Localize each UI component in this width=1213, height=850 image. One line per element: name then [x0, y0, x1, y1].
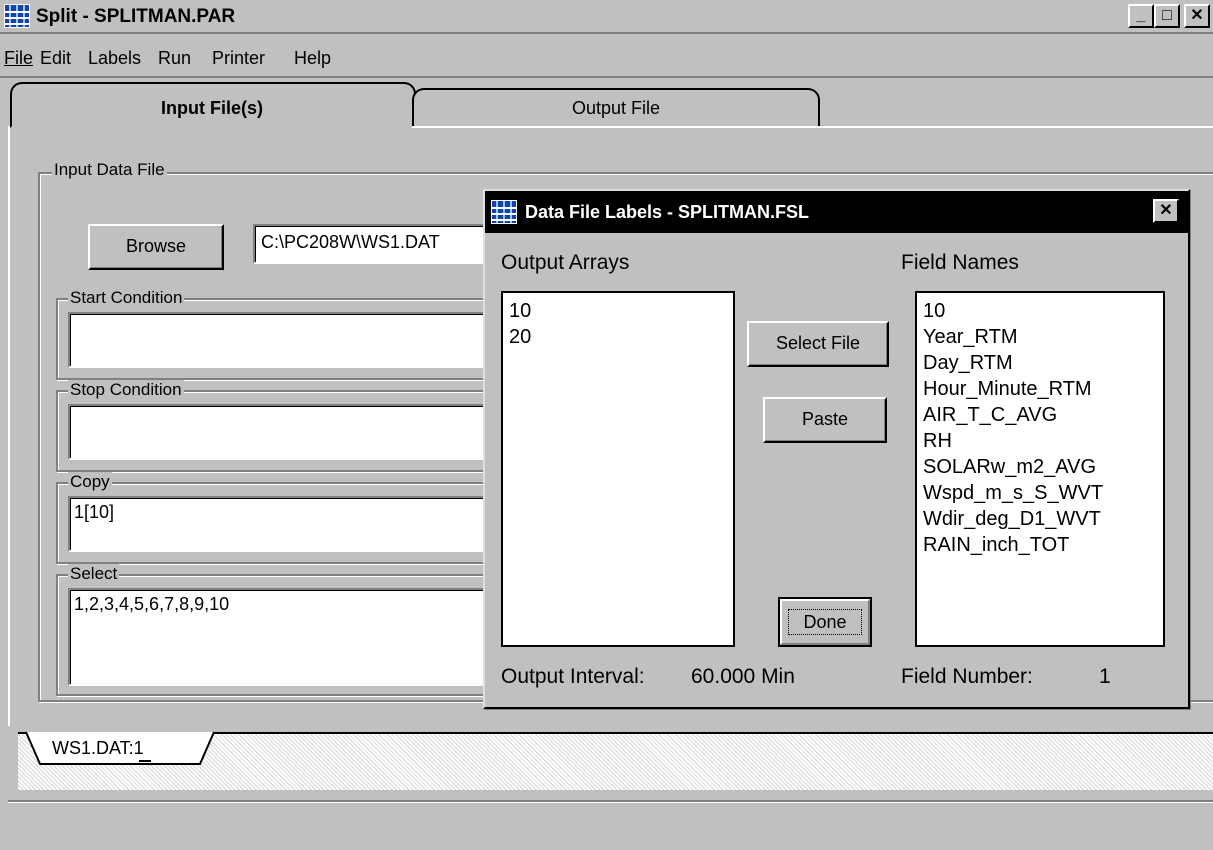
menu-help-label: Help [294, 48, 332, 68]
app-icon[interactable] [4, 4, 30, 28]
menu-bar: File Edit Labels Run Printer Help [0, 44, 1213, 74]
file-tab-underline [139, 760, 151, 762]
field-name-item[interactable]: SOLARw_m2_AVG [923, 455, 1096, 479]
field-name-item[interactable]: Year_RTM [923, 325, 1018, 349]
dialog-title: Data File Labels - SPLITMAN.FSL [525, 202, 810, 222]
menu-labels-label: Labels [88, 48, 142, 68]
dialog-title-bar[interactable]: Data File Labels - SPLITMAN.FSL ✕ [485, 191, 1188, 233]
file-tab-ws1[interactable]: WS1.DAT:1 [52, 738, 144, 759]
close-button[interactable]: ✕ [1184, 4, 1210, 28]
menu-labels[interactable]: Labels [88, 48, 141, 69]
input-data-file-label: Input Data File [52, 160, 167, 180]
menu-help[interactable]: Help [294, 48, 331, 69]
input-file-path-field[interactable]: C:\PC208W\WS1.DAT [253, 224, 493, 264]
select-field[interactable]: 1,2,3,4,5,6,7,8,9,10 [68, 588, 496, 686]
status-bar [8, 800, 1213, 850]
select-file-button[interactable]: Select File [747, 321, 889, 367]
start-condition-label: Start Condition [68, 288, 185, 308]
select-label: Select [68, 564, 120, 584]
output-arrays-list[interactable]: 10 20 [501, 291, 735, 647]
tab-output-file[interactable]: Output File [412, 88, 820, 126]
copy-field[interactable]: 1[10] [68, 496, 496, 552]
menu-file-label: File [4, 48, 34, 68]
stop-condition-label: Stop Condition [68, 380, 184, 400]
output-interval-label: Output Interval: [501, 665, 645, 688]
output-interval-value: 60.000 Min [691, 665, 795, 688]
field-name-item[interactable]: Day_RTM [923, 351, 1013, 375]
window-title: Split - SPLITMAN.PAR [36, 6, 236, 27]
menu-run-label: Run [158, 48, 192, 68]
menu-edit[interactable]: Edit [40, 48, 71, 69]
copy-label: Copy [68, 472, 112, 492]
menu-printer[interactable]: Printer [212, 48, 265, 69]
menu-run[interactable]: Run [158, 48, 191, 69]
field-name-item[interactable]: 10 [923, 299, 945, 323]
menu-printer-label: Printer [212, 48, 266, 68]
field-name-item[interactable]: Wdir_deg_D1_WVT [923, 507, 1101, 531]
output-arrays-label: Output Arrays [501, 251, 630, 274]
tab-input-files[interactable]: Input File(s) [10, 82, 416, 128]
field-name-item[interactable]: AIR_T_C_AVG [923, 403, 1057, 427]
output-array-item[interactable]: 10 [509, 299, 531, 323]
field-names-list[interactable]: 10 Year_RTM Day_RTM Hour_Minute_RTM AIR_… [915, 291, 1165, 647]
field-name-item[interactable]: RH [923, 429, 952, 453]
done-button-label: Done [788, 609, 862, 635]
paste-button[interactable]: Paste [763, 397, 887, 443]
start-condition-field[interactable] [68, 312, 496, 368]
field-number-value: 1 [1099, 665, 1111, 688]
dialog-icon [491, 200, 517, 224]
title-bar[interactable]: Split - SPLITMAN.PAR _ □ ✕ [0, 0, 1213, 34]
file-tab-label: WS1.DAT:1 [52, 738, 144, 758]
field-name-item[interactable]: Wspd_m_s_S_WVT [923, 481, 1103, 505]
maximize-button[interactable]: □ [1154, 4, 1180, 28]
output-array-item[interactable]: 20 [509, 325, 531, 349]
done-button[interactable]: Done [778, 597, 872, 647]
tab-baseline [412, 126, 1213, 128]
field-number-label: Field Number: [901, 665, 1033, 688]
tab-input-files-label: Input File(s) [161, 98, 263, 118]
tab-output-file-label: Output File [571, 98, 661, 118]
field-name-item[interactable]: RAIN_inch_TOT [923, 533, 1069, 557]
field-name-item[interactable]: Hour_Minute_RTM [923, 377, 1092, 401]
field-names-label: Field Names [901, 251, 1019, 274]
browse-button[interactable]: Browse [88, 224, 224, 270]
menu-file[interactable]: File [4, 48, 33, 69]
data-file-labels-dialog: Data File Labels - SPLITMAN.FSL ✕ Output… [483, 189, 1190, 709]
menu-separator [0, 76, 1213, 78]
stop-condition-field[interactable] [68, 404, 496, 460]
minimize-button[interactable]: _ [1128, 4, 1154, 28]
dialog-close-button[interactable]: ✕ [1153, 199, 1179, 223]
menu-edit-label: Edit [40, 48, 72, 68]
